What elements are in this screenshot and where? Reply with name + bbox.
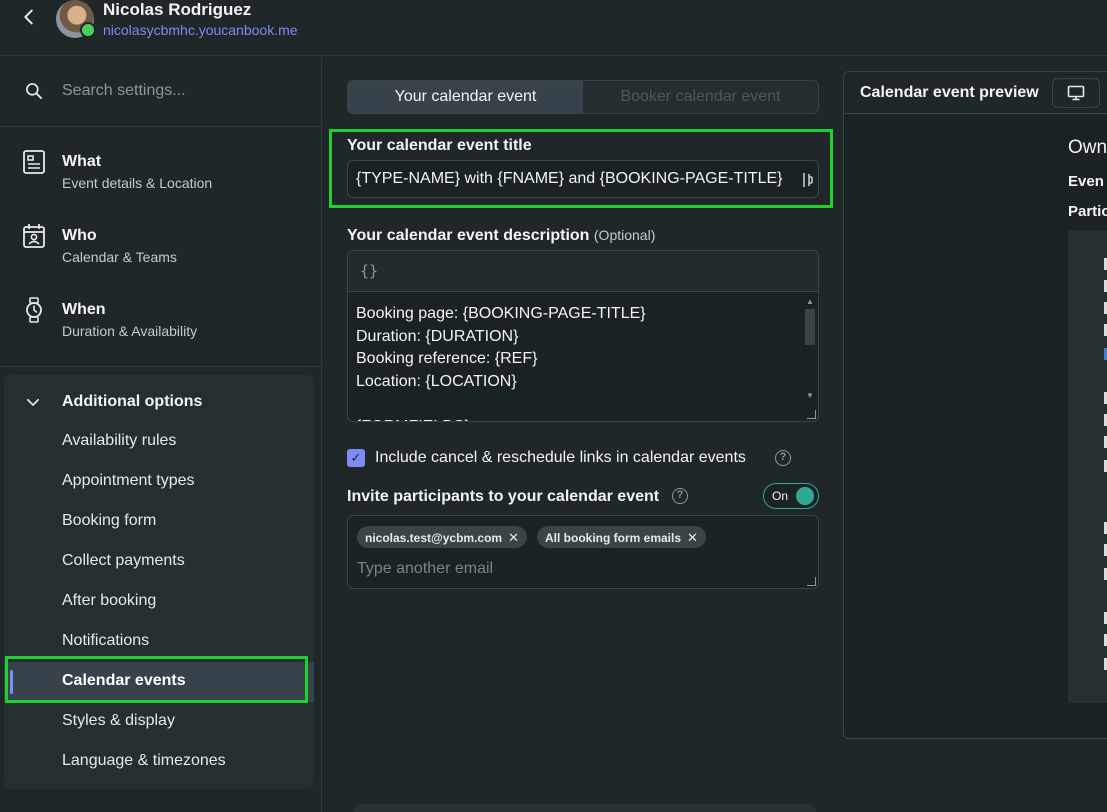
sidebar-item-language-timezones[interactable]: Language & timezones xyxy=(4,742,314,782)
sidebar-item-when[interactable]: When Duration & Availability xyxy=(0,275,322,349)
preview-title: Calendar event preview xyxy=(860,84,1039,101)
additional-options-panel: Additional options Availability rules Ap… xyxy=(4,375,314,789)
sidebar-item-label: Language & timezones xyxy=(62,752,226,769)
search-bar xyxy=(0,57,322,127)
tab-your-calendar-event[interactable]: Your calendar event xyxy=(348,81,583,113)
sidebar-item-title: What xyxy=(62,153,102,170)
scrollbar[interactable]: ▲ ▼ xyxy=(803,293,817,411)
optional-tag: (Optional) xyxy=(593,227,656,243)
toggle-state-label: On xyxy=(772,489,789,503)
text-cursor-icon xyxy=(803,173,813,187)
desktop-view-button[interactable] xyxy=(1052,78,1100,108)
resize-handle-icon[interactable] xyxy=(807,410,816,419)
event-tabs: Your calendar event Booker calendar even… xyxy=(347,80,819,114)
sidebar-item-appointment-types[interactable]: Appointment types xyxy=(4,462,314,502)
preview-participants-label: Partic xyxy=(1068,203,1107,220)
chip-label: nicolas.test@ycbm.com xyxy=(365,531,503,545)
sidebar-item-label: Appointment types xyxy=(62,472,195,489)
preview-event-label: Even xyxy=(1068,173,1104,190)
search-settings-input[interactable] xyxy=(62,77,302,105)
close-icon[interactable]: ✕ xyxy=(687,530,698,545)
sidebar-item-what[interactable]: What Event details & Location xyxy=(0,127,322,201)
participant-chip: All booking form emails ✕ xyxy=(537,526,706,548)
invite-participants-label: Invite participants to your calendar eve… xyxy=(347,488,660,505)
chevron-down-icon xyxy=(26,398,40,406)
cancel-links-row: ✓ Include cancel & reschedule links in c… xyxy=(347,448,819,470)
sidebar-item-after-booking[interactable]: After booking xyxy=(4,582,314,622)
user-booking-url[interactable]: nicolasycbmhc.youcanbook.me xyxy=(103,22,298,38)
save-bar xyxy=(354,804,816,812)
monitor-icon xyxy=(1067,85,1085,101)
preview-body: Own Even Partic xyxy=(844,115,1107,738)
event-description-text[interactable]: Booking page: {BOOKING-PAGE-TITLE} Durat… xyxy=(356,303,796,421)
variables-icon[interactable]: {} xyxy=(360,262,378,280)
document-icon xyxy=(23,150,45,174)
sidebar-item-styles-display[interactable]: Styles & display xyxy=(4,702,314,742)
sidebar-item-availability-rules[interactable]: Availability rules xyxy=(4,422,314,462)
calendar-event-preview: Calendar event preview Own Even Partic xyxy=(843,71,1107,739)
sidebar-item-label: Styles & display xyxy=(62,712,175,729)
sidebar-item-subtitle: Duration & Availability xyxy=(62,323,198,339)
watch-icon xyxy=(26,297,42,323)
resize-handle-icon[interactable] xyxy=(807,577,816,586)
scroll-up-icon[interactable]: ▲ xyxy=(806,297,814,306)
sidebar-item-label: Availability rules xyxy=(62,432,177,449)
scroll-thumb[interactable] xyxy=(805,309,815,345)
participant-chip: nicolas.test@ycbm.com ✕ xyxy=(357,526,527,548)
app-header: Nicolas Rodriguez nicolasycbmhc.youcanbo… xyxy=(0,0,1107,56)
highlight-calendar-events xyxy=(5,656,308,703)
sidebar-item-title: Who xyxy=(62,227,97,244)
search-icon xyxy=(26,83,42,100)
scroll-down-icon[interactable]: ▼ xyxy=(806,391,814,400)
additional-options-toggle[interactable]: Additional options xyxy=(4,385,314,419)
event-title-label: Your calendar event title xyxy=(347,137,532,154)
event-title-value: {TYPE-NAME} with {FNAME} and {BOOKING-PA… xyxy=(356,170,783,187)
sidebar-item-collect-payments[interactable]: Collect payments xyxy=(4,542,314,582)
sidebar-item-subtitle: Event details & Location xyxy=(62,175,213,191)
sidebar-item-label: Collect payments xyxy=(62,552,185,569)
sidebar-item-who[interactable]: Who Calendar & Teams xyxy=(0,201,322,275)
calendar-person-icon xyxy=(23,224,45,248)
sidebar-item-label: Notifications xyxy=(62,632,150,649)
sidebar-item-subtitle: Calendar & Teams xyxy=(62,249,177,265)
preview-header: Calendar event preview xyxy=(844,72,1107,114)
toggle-knob xyxy=(796,487,814,505)
invite-email-input[interactable] xyxy=(357,558,797,580)
additional-options-title: Additional options xyxy=(62,393,203,410)
sidebar-item-label: After booking xyxy=(62,592,157,609)
event-description-label: Your calendar event description (Optiona… xyxy=(347,227,655,245)
event-description-editor[interactable]: {} Booking page: {BOOKING-PAGE-TITLE} Du… xyxy=(347,250,819,422)
help-icon[interactable]: ? xyxy=(775,450,791,466)
cancel-links-label[interactable]: Include cancel & reschedule links in cal… xyxy=(375,449,746,467)
help-icon[interactable]: ? xyxy=(672,488,688,504)
editor-toolbar: {} xyxy=(348,251,818,292)
sidebar-item-booking-form[interactable]: Booking form xyxy=(4,502,314,542)
sidebar-item-label: Booking form xyxy=(62,512,157,529)
preview-owner: Own xyxy=(1068,137,1107,158)
online-status-icon xyxy=(80,22,96,38)
invite-participants-toggle[interactable]: On xyxy=(763,483,819,509)
preview-event-card xyxy=(1068,230,1107,703)
main-nav: What Event details & Location Who Calend… xyxy=(0,127,322,367)
chevron-left-icon[interactable] xyxy=(18,6,40,28)
invite-participants-field[interactable]: nicolas.test@ycbm.com ✕ All booking form … xyxy=(347,515,819,589)
tab-booker-calendar-event[interactable]: Booker calendar event xyxy=(583,81,818,113)
cancel-links-checkbox[interactable]: ✓ xyxy=(347,449,365,467)
event-title-input[interactable]: {TYPE-NAME} with {FNAME} and {BOOKING-PA… xyxy=(347,160,819,198)
chip-label: All booking form emails xyxy=(545,531,682,545)
event-description-label-text: Your calendar event description xyxy=(347,227,590,244)
user-name: Nicolas Rodriguez xyxy=(103,0,252,19)
close-icon[interactable]: ✕ xyxy=(508,530,519,545)
sidebar-item-title: When xyxy=(62,301,106,318)
